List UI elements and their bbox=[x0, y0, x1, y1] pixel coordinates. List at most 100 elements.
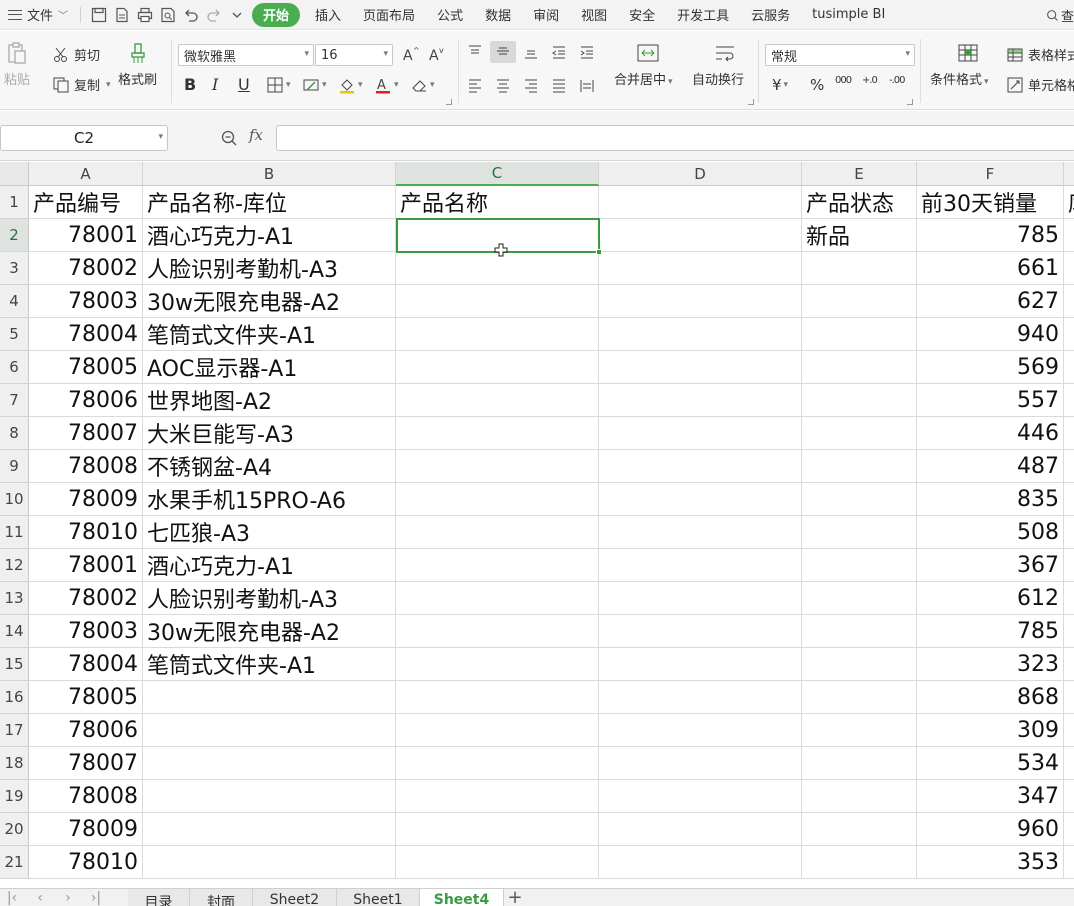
cell-product-name[interactable] bbox=[396, 450, 599, 483]
cell-stock[interactable] bbox=[1064, 384, 1074, 417]
cell-sales-30d[interactable]: 557 bbox=[917, 384, 1064, 417]
cell-d[interactable] bbox=[599, 615, 802, 648]
cell-product-name[interactable] bbox=[396, 780, 599, 813]
cell-d[interactable] bbox=[599, 450, 802, 483]
fill-color-button[interactable]: ▾ bbox=[338, 76, 363, 94]
conditional-format-button[interactable]: 条件格式 ▾ bbox=[930, 41, 989, 88]
increase-indent-button[interactable] bbox=[578, 43, 596, 61]
cell-product-id[interactable]: 78004 bbox=[29, 318, 143, 351]
cell-sales-30d[interactable]: 534 bbox=[917, 747, 1064, 780]
cell-sales-30d[interactable]: 323 bbox=[917, 648, 1064, 681]
cell-stock[interactable] bbox=[1064, 516, 1074, 549]
cell-product-id[interactable]: 78007 bbox=[29, 417, 143, 450]
cell-product-name-location[interactable]: 酒心巧克力-A1 bbox=[143, 219, 396, 252]
cell-product-status[interactable] bbox=[802, 648, 917, 681]
align-top-button[interactable] bbox=[466, 43, 484, 61]
cell-sales-30d[interactable]: 940 bbox=[917, 318, 1064, 351]
row-header[interactable]: 20 bbox=[0, 813, 29, 846]
cell-stock[interactable] bbox=[1064, 219, 1074, 252]
cell-stock[interactable] bbox=[1064, 549, 1074, 582]
align-center-button[interactable] bbox=[494, 76, 512, 94]
cell-product-id[interactable]: 78009 bbox=[29, 483, 143, 516]
sheet-tab-toc[interactable]: 目录 bbox=[128, 889, 190, 906]
zoom-formula-icon[interactable] bbox=[220, 129, 238, 147]
tab-data[interactable]: 数据 bbox=[474, 0, 522, 30]
row-header[interactable]: 3 bbox=[0, 252, 29, 285]
tab-developer[interactable]: 开发工具 bbox=[666, 0, 740, 30]
row-header[interactable]: 7 bbox=[0, 384, 29, 417]
cell-product-name[interactable] bbox=[396, 285, 599, 318]
italic-button[interactable]: I bbox=[212, 75, 218, 94]
cell-product-status[interactable] bbox=[802, 681, 917, 714]
cell-product-name-location[interactable]: 不锈钢盆-A4 bbox=[143, 450, 396, 483]
row-header[interactable]: 11 bbox=[0, 516, 29, 549]
cell-sales-30d[interactable]: 661 bbox=[917, 252, 1064, 285]
cell-sales-30d[interactable]: 367 bbox=[917, 549, 1064, 582]
cell-d[interactable] bbox=[599, 549, 802, 582]
cell-sales-30d[interactable]: 353 bbox=[917, 846, 1064, 879]
next-sheet-button[interactable]: › bbox=[58, 889, 78, 906]
align-bottom-button[interactable] bbox=[522, 43, 540, 61]
cell-sales-30d[interactable]: 868 bbox=[917, 681, 1064, 714]
cell-product-name-location[interactable]: 30w无限充电器-A2 bbox=[143, 615, 396, 648]
cell-d[interactable] bbox=[599, 648, 802, 681]
cell-sales-30d[interactable]: 612 bbox=[917, 582, 1064, 615]
header-cell-product-status[interactable]: 产品状态 bbox=[802, 186, 917, 219]
font-size-select[interactable]: 16 ▾ bbox=[315, 44, 393, 66]
row-header[interactable]: 16 bbox=[0, 681, 29, 714]
cell-product-id[interactable]: 78001 bbox=[29, 219, 143, 252]
wrap-text-button[interactable]: 自动换行 bbox=[692, 41, 744, 88]
cell-product-name[interactable] bbox=[396, 747, 599, 780]
row-header[interactable]: 10 bbox=[0, 483, 29, 516]
cell-product-name-location[interactable]: 30w无限充电器-A2 bbox=[143, 285, 396, 318]
copy-button[interactable]: 复制 ▾ bbox=[52, 75, 111, 94]
column-header-c[interactable]: C bbox=[396, 162, 599, 186]
format-painter-button[interactable]: 格式刷 bbox=[118, 41, 157, 88]
cell-product-status[interactable] bbox=[802, 582, 917, 615]
cell-product-name-location[interactable]: 笔筒式文件夹-A1 bbox=[143, 318, 396, 351]
cell-d[interactable] bbox=[599, 318, 802, 351]
first-sheet-button[interactable]: |‹ bbox=[2, 889, 22, 906]
cell-stock[interactable] bbox=[1064, 648, 1074, 681]
cell-product-name-location[interactable]: 七匹狼-A3 bbox=[143, 516, 396, 549]
tab-page-layout[interactable]: 页面布局 bbox=[352, 0, 426, 30]
last-sheet-button[interactable]: ›| bbox=[86, 889, 106, 906]
print-preview-icon[interactable] bbox=[156, 3, 179, 27]
tab-tusimple-bi[interactable]: tusimple BI bbox=[801, 0, 896, 30]
cell-product-id[interactable]: 78003 bbox=[29, 285, 143, 318]
export-pdf-icon[interactable] bbox=[110, 3, 133, 27]
tab-cloud-service[interactable]: 云服务 bbox=[740, 0, 801, 30]
cell-d[interactable] bbox=[599, 780, 802, 813]
cell-stock[interactable] bbox=[1064, 483, 1074, 516]
cell-product-name-location[interactable]: 水果手机15PRO-A6 bbox=[143, 483, 396, 516]
cell-stock[interactable] bbox=[1064, 285, 1074, 318]
insert-function-button[interactable]: fx bbox=[249, 126, 263, 144]
cell-format-button[interactable]: 单元格格式 bbox=[1006, 75, 1074, 94]
justify-button[interactable] bbox=[550, 76, 568, 94]
cell-product-id[interactable]: 78001 bbox=[29, 549, 143, 582]
cell-product-status[interactable] bbox=[802, 483, 917, 516]
header-cell-stock[interactable]: 库 bbox=[1064, 186, 1074, 219]
cell-product-id[interactable]: 78010 bbox=[29, 846, 143, 879]
cell-sales-30d[interactable]: 347 bbox=[917, 780, 1064, 813]
cell-product-name[interactable] bbox=[396, 549, 599, 582]
tab-security[interactable]: 安全 bbox=[618, 0, 666, 30]
row-header[interactable]: 4 bbox=[0, 285, 29, 318]
cell-sales-30d[interactable]: 835 bbox=[917, 483, 1064, 516]
cell-product-id[interactable]: 78006 bbox=[29, 714, 143, 747]
row-header[interactable]: 15 bbox=[0, 648, 29, 681]
customize-quick-access-icon[interactable] bbox=[225, 3, 248, 27]
cell-product-name-location[interactable] bbox=[143, 714, 396, 747]
cell-product-name-location[interactable]: 笔筒式文件夹-A1 bbox=[143, 648, 396, 681]
cell-d[interactable] bbox=[599, 351, 802, 384]
decrease-decimal-button[interactable]: -.00 bbox=[889, 75, 905, 86]
cell-product-status[interactable] bbox=[802, 813, 917, 846]
cell-product-status[interactable] bbox=[802, 252, 917, 285]
print-icon[interactable] bbox=[133, 3, 156, 27]
alignment-dialog-launcher[interactable] bbox=[748, 99, 754, 105]
prev-sheet-button[interactable]: ‹ bbox=[30, 889, 50, 906]
cell-stock[interactable] bbox=[1064, 681, 1074, 714]
currency-format-button[interactable]: ¥ ▾ bbox=[772, 76, 788, 94]
cell-sales-30d[interactable]: 960 bbox=[917, 813, 1064, 846]
file-menu[interactable]: 文件 ﹀ bbox=[0, 0, 76, 30]
